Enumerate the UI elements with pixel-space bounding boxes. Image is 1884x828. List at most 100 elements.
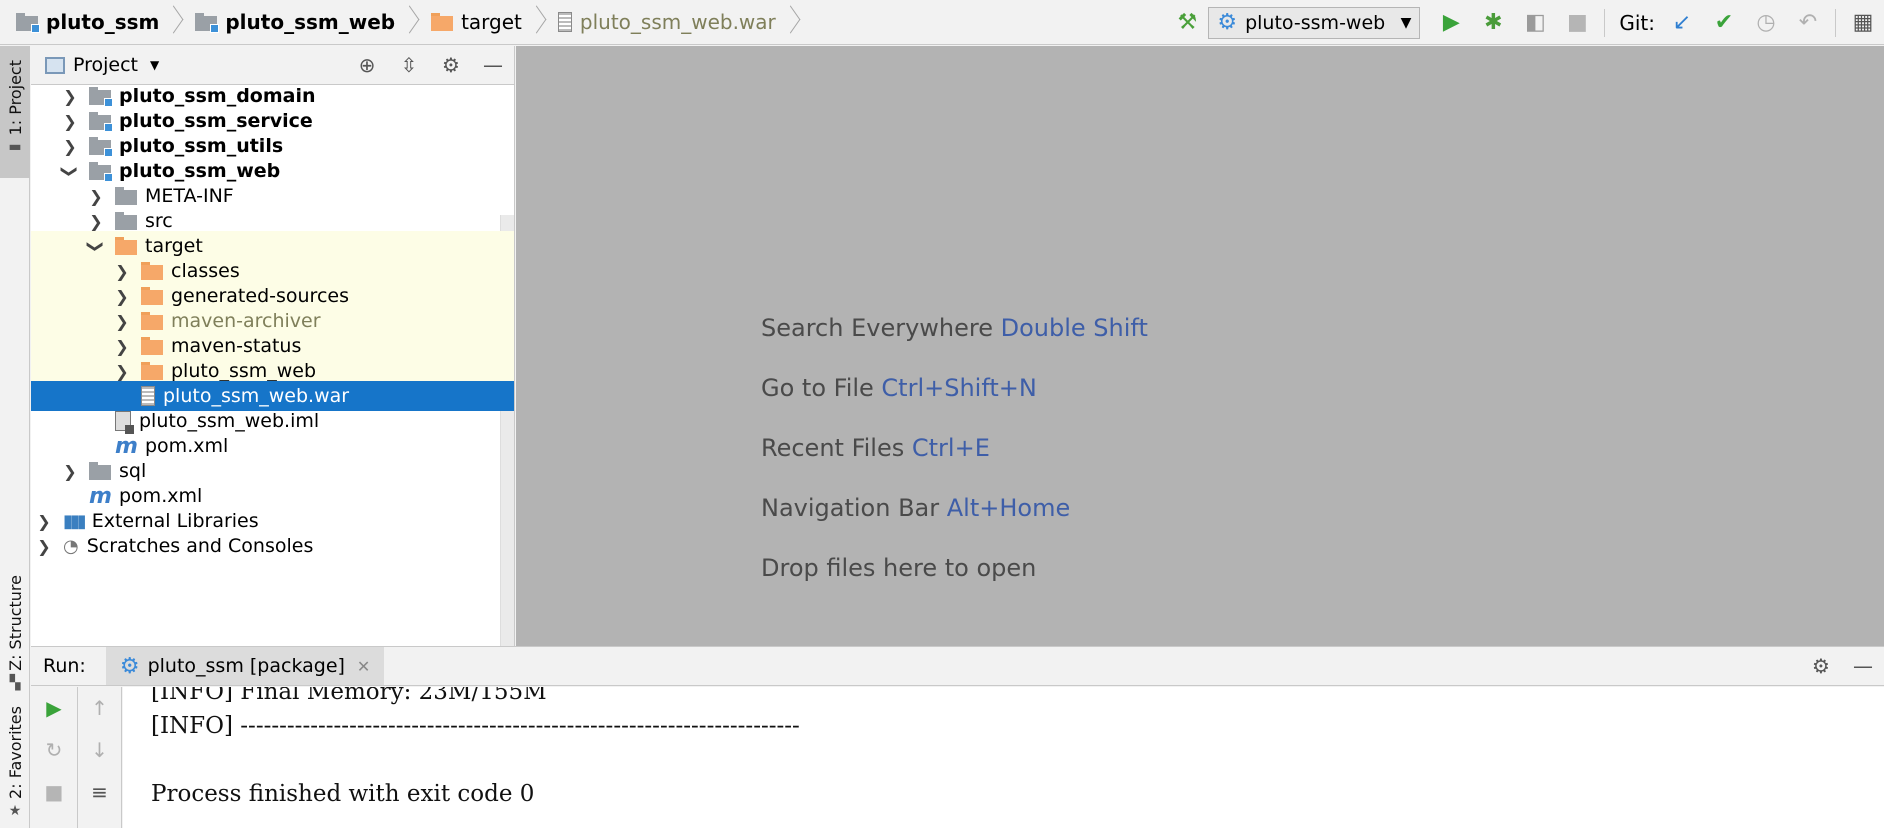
chevron-right-icon[interactable]: ❯ <box>61 112 79 131</box>
debug-bug-icon[interactable]: ✱ <box>1472 0 1514 45</box>
chevron-right-icon[interactable]: ❯ <box>113 337 131 356</box>
collapse-all-icon[interactable]: ⇳ <box>388 53 430 77</box>
tool-tab-label: 1: Project <box>5 60 25 136</box>
chevron-down-icon[interactable]: ▼ <box>150 58 159 72</box>
chevron-right-icon[interactable]: ❯ <box>35 512 53 531</box>
gear-icon[interactable]: ⚙ <box>430 53 472 77</box>
run-configuration-label: pluto-ssm-web <box>1245 11 1386 34</box>
tree-node-label: pom.xml <box>119 485 203 507</box>
run-configuration-select[interactable]: ⚙ pluto-ssm-web ▼ <box>1208 6 1421 39</box>
library-icon: ▮▮▮ <box>63 510 87 532</box>
tree-node-label: pluto_ssm_web.iml <box>139 410 320 432</box>
tree-node-label: pluto_ssm_web <box>119 160 281 182</box>
chevron-right-icon[interactable]: ❯ <box>113 287 131 306</box>
module-folder-icon <box>195 13 220 33</box>
tree-node-label: generated-sources <box>171 285 349 307</box>
project-structure-icon[interactable]: ▦ <box>1842 0 1884 45</box>
hint-navigation-bar: Navigation Bar Alt+Home <box>761 494 1071 522</box>
chevron-right-icon[interactable]: ❯ <box>61 87 79 106</box>
excluded-folder-icon <box>141 312 163 330</box>
rerun-play-icon[interactable]: ▶ <box>46 687 61 729</box>
console-line: [INFO] Final Memory: 23M/155M <box>151 687 547 705</box>
breadcrumb-item[interactable]: pluto_ssm_web <box>179 0 395 45</box>
chevron-down-icon: ▼ <box>1400 14 1412 31</box>
editor-empty-area[interactable]: Search Everywhere Double Shift Go to Fil… <box>516 46 1884 646</box>
chevron-down-icon[interactable]: ❯ <box>87 237 106 255</box>
git-history-clock-icon[interactable]: ◷ <box>1745 0 1787 45</box>
run-play-icon[interactable]: ▶ <box>1430 0 1472 45</box>
chevron-right-icon[interactable]: ❯ <box>87 187 105 206</box>
tree-node-label: target <box>145 235 203 257</box>
chevron-down-icon[interactable]: ❯ <box>61 162 80 180</box>
breadcrumb-label: pluto_ssm_web.war <box>579 10 776 34</box>
soft-wrap-icon[interactable]: ≡ <box>91 771 108 813</box>
breadcrumb-item[interactable]: pluto_ssm <box>0 0 159 45</box>
chevron-right-icon[interactable]: ❯ <box>61 462 79 481</box>
gear-icon[interactable]: ⚙ <box>1800 654 1842 678</box>
tree-node-label: pom.xml <box>145 435 229 457</box>
tree-node[interactable]: ❯ ◔ Scratches and Consoles <box>31 531 514 561</box>
rerun-failed-icon[interactable]: ↻ <box>46 729 63 771</box>
minimize-icon[interactable]: — <box>1842 654 1884 678</box>
chevron-right-icon[interactable]: ❯ <box>87 212 105 231</box>
gear-icon: ⚙ <box>1217 10 1238 35</box>
excluded-folder-icon <box>141 362 163 380</box>
war-file-icon <box>557 12 572 32</box>
console-line: Process finished with exit code 0 <box>151 781 535 807</box>
stop-icon[interactable]: ■ <box>1556 0 1598 45</box>
git-rollback-icon[interactable]: ↶ <box>1787 0 1829 45</box>
breadcrumb-separator <box>401 0 415 45</box>
gear-icon: ⚙ <box>119 653 140 679</box>
tool-tab-structure[interactable]: Z: Structure ▚ <box>0 516 30 691</box>
run-with-coverage-icon[interactable]: ◧ <box>1514 0 1556 45</box>
tree-node-label: pluto_ssm_utils <box>119 135 284 157</box>
module-folder-icon <box>16 13 40 33</box>
project-view-icon <box>45 56 65 74</box>
chevron-right-icon[interactable]: ❯ <box>113 262 131 281</box>
tree-node-label: pluto_ssm_web.war <box>163 385 350 407</box>
tree-node-label: maven-status <box>171 335 302 357</box>
tree-node-label: External Libraries <box>91 510 259 532</box>
git-update-icon[interactable]: ↙ <box>1661 0 1703 45</box>
git-label: Git: <box>1619 10 1655 35</box>
folder-icon <box>89 462 111 480</box>
tree-node-label: src <box>145 210 173 232</box>
chevron-right-icon[interactable]: ❯ <box>35 537 53 556</box>
run-tool-window-header: Run: ⚙ pluto_ssm [package] ✕ ⚙ — <box>31 646 1884 686</box>
folder-icon <box>115 212 137 230</box>
tool-tab-project[interactable]: 1: Project ▬ <box>0 46 30 178</box>
console-actions-toolbar: ↑ ↓ ≡ <box>78 687 122 828</box>
tool-tab-favorites[interactable]: 2: Favorites ★ <box>0 706 30 826</box>
excluded-folder-icon <box>141 337 163 355</box>
run-console-output[interactable]: [INFO] Final Memory: 23M/155M [INFO] ---… <box>123 687 1884 828</box>
chevron-right-icon[interactable]: ❯ <box>113 362 131 381</box>
console-line: [INFO] ---------------------------------… <box>151 713 800 739</box>
project-header: Project ▼ ⊕ ⇳ ⚙ — <box>31 46 514 85</box>
module-folder-icon <box>89 87 113 107</box>
tree-node-label: sql <box>119 460 147 482</box>
project-view-selector[interactable]: Project <box>73 54 138 76</box>
locate-crosshair-icon[interactable]: ⊕ <box>346 53 388 77</box>
build-hammer-icon[interactable]: ⚒ <box>1166 0 1208 45</box>
project-tree: ❯ pluto_ssm_domain ❯ pluto_ssm_service ❯ plut… <box>31 85 514 646</box>
tool-tab-label: Z: Structure <box>5 575 25 671</box>
war-file-icon <box>141 386 155 406</box>
arrow-down-icon[interactable]: ↓ <box>91 729 108 771</box>
excluded-folder-icon <box>115 237 137 255</box>
star-icon: ★ <box>8 802 22 819</box>
minimize-icon[interactable]: — <box>472 53 514 77</box>
chevron-right-icon[interactable]: ❯ <box>113 312 131 331</box>
hint-recent-files: Recent Files Ctrl+E <box>761 434 990 462</box>
run-tab[interactable]: ⚙ pluto_ssm [package] ✕ <box>105 647 385 685</box>
folder-icon: ▬ <box>8 139 22 156</box>
breadcrumb-item[interactable]: pluto_ssm_web.war <box>542 0 776 45</box>
arrow-up-icon[interactable]: ↑ <box>91 687 108 729</box>
git-commit-check-icon[interactable]: ✔ <box>1703 0 1745 45</box>
stop-icon[interactable]: ■ <box>45 771 64 813</box>
tree-node-label: pluto_ssm_web <box>171 360 317 382</box>
breadcrumb-label: target <box>461 10 522 34</box>
tree-node-label: pluto_ssm_service <box>119 110 313 132</box>
breadcrumb-item[interactable]: target <box>415 0 522 45</box>
close-icon[interactable]: ✕ <box>357 657 370 676</box>
chevron-right-icon[interactable]: ❯ <box>61 137 79 156</box>
